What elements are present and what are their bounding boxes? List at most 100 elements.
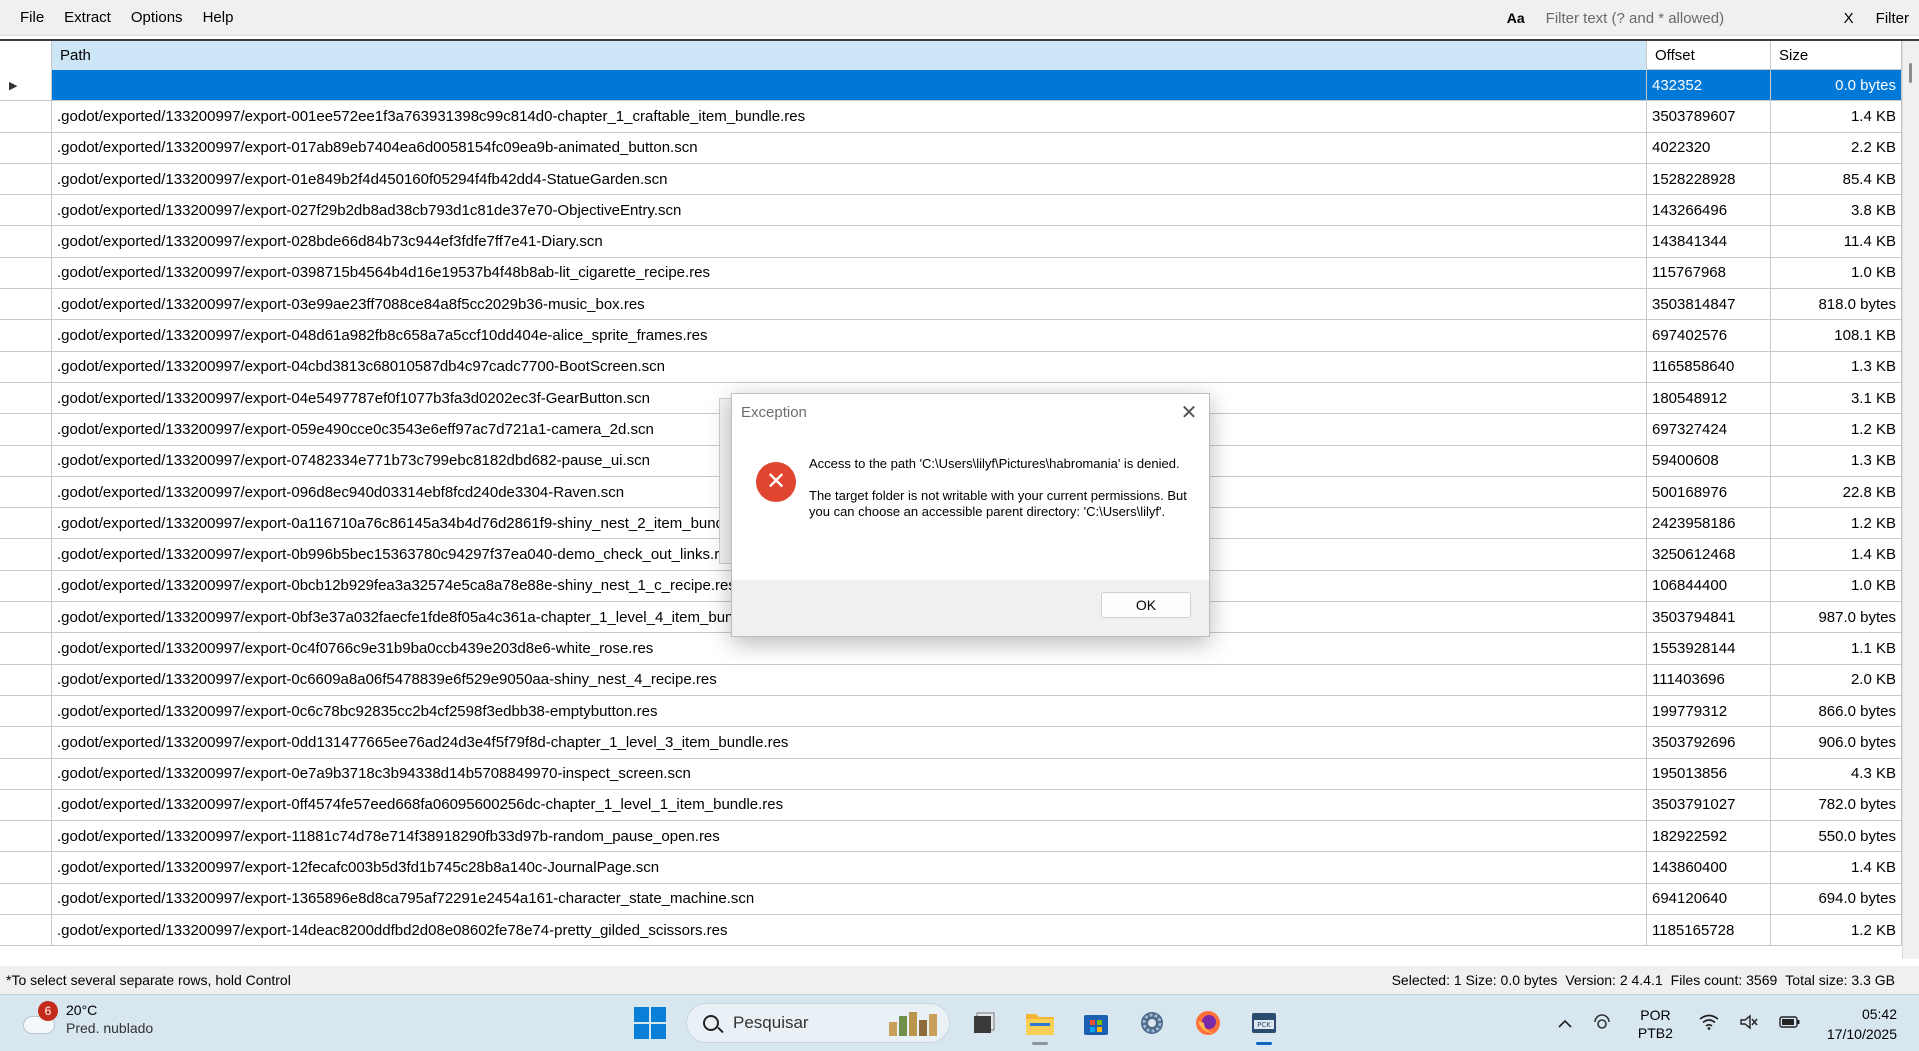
offset-cell[interactable]: 195013856: [1647, 758, 1771, 789]
size-cell[interactable]: 1.1 KB: [1771, 633, 1902, 664]
offset-cell[interactable]: 111403696: [1647, 664, 1771, 695]
path-cell[interactable]: .godot/exported/133200997/export-017ab89…: [52, 132, 1647, 163]
row-header[interactable]: ▶: [0, 70, 52, 101]
offset-cell[interactable]: 182922592: [1647, 821, 1771, 852]
size-cell[interactable]: 987.0 bytes: [1771, 602, 1902, 633]
taskbar-search[interactable]: Pesquisar: [686, 1003, 950, 1043]
table-row[interactable]: .godot/exported/133200997/export-017ab89…: [0, 132, 1902, 164]
table-row[interactable]: ▶ 432352 0.0 bytes: [0, 70, 1902, 102]
row-header[interactable]: [0, 852, 52, 883]
match-case-icon[interactable]: Aa: [1502, 10, 1530, 26]
offset-cell[interactable]: 199779312: [1647, 695, 1771, 727]
column-header-size[interactable]: Size: [1771, 41, 1902, 70]
row-header[interactable]: [0, 664, 52, 695]
size-cell[interactable]: 0.0 bytes: [1771, 70, 1902, 101]
row-header[interactable]: [0, 351, 52, 382]
security-icon[interactable]: [1592, 1013, 1612, 1034]
row-header[interactable]: [0, 132, 52, 163]
firefox-icon[interactable]: [1186, 1001, 1230, 1045]
offset-cell[interactable]: 3503794841: [1647, 602, 1771, 633]
scrollbar-thumb[interactable]: [1909, 63, 1912, 83]
offset-cell[interactable]: 1185165728: [1647, 915, 1771, 946]
offset-cell[interactable]: 3503789607: [1647, 101, 1771, 132]
menu-extract[interactable]: Extract: [54, 0, 121, 36]
table-row[interactable]: .godot/exported/133200997/export-0ff4574…: [0, 789, 1902, 822]
chevron-up-icon[interactable]: [1558, 1016, 1572, 1032]
size-cell[interactable]: 818.0 bytes: [1771, 289, 1902, 320]
row-header[interactable]: [0, 821, 52, 852]
offset-cell[interactable]: 143266496: [1647, 195, 1771, 226]
size-cell[interactable]: 2.2 KB: [1771, 132, 1902, 163]
row-header[interactable]: [0, 695, 52, 727]
offset-cell[interactable]: 694120640: [1647, 883, 1771, 915]
row-header[interactable]: [0, 570, 52, 602]
offset-cell[interactable]: 106844400: [1647, 570, 1771, 602]
path-cell[interactable]: .godot/exported/133200997/export-048d61a…: [52, 320, 1647, 351]
size-cell[interactable]: 1.2 KB: [1771, 508, 1902, 539]
path-cell[interactable]: .godot/exported/133200997/export-0c4f076…: [52, 633, 1647, 664]
row-header[interactable]: [0, 101, 52, 132]
wifi-icon[interactable]: [1699, 1014, 1719, 1033]
offset-cell[interactable]: 500168976: [1647, 476, 1771, 508]
size-cell[interactable]: 1.0 KB: [1771, 257, 1902, 289]
size-cell[interactable]: 1.4 KB: [1771, 101, 1902, 132]
row-header[interactable]: [0, 602, 52, 633]
path-cell[interactable]: [52, 70, 1647, 101]
column-header-offset[interactable]: Offset: [1647, 41, 1771, 70]
size-cell[interactable]: 694.0 bytes: [1771, 883, 1902, 915]
table-row[interactable]: .godot/exported/133200997/export-12fecaf…: [0, 852, 1902, 884]
windows-start-icon[interactable]: [634, 1007, 666, 1039]
offset-cell[interactable]: 2423958186: [1647, 508, 1771, 539]
row-header[interactable]: [0, 163, 52, 195]
table-row[interactable]: .godot/exported/133200997/export-0c6c78b…: [0, 695, 1902, 728]
offset-cell[interactable]: 1165858640: [1647, 351, 1771, 382]
path-cell[interactable]: .godot/exported/133200997/export-04cbd38…: [52, 351, 1647, 382]
row-header-corner[interactable]: [0, 41, 52, 70]
offset-cell[interactable]: 115767968: [1647, 257, 1771, 289]
speaker-muted-icon[interactable]: [1739, 1014, 1759, 1033]
path-cell[interactable]: .godot/exported/133200997/export-0e7a9b3…: [52, 758, 1647, 789]
table-row[interactable]: .godot/exported/133200997/export-048d61a…: [0, 320, 1902, 352]
path-cell[interactable]: .godot/exported/133200997/export-14deac8…: [52, 915, 1647, 946]
size-cell[interactable]: 782.0 bytes: [1771, 789, 1902, 821]
size-cell[interactable]: 1.2 KB: [1771, 414, 1902, 445]
row-header[interactable]: [0, 445, 52, 476]
offset-cell[interactable]: 1528228928: [1647, 163, 1771, 195]
table-row[interactable]: .godot/exported/133200997/export-0c6609a…: [0, 664, 1902, 696]
path-cell[interactable]: .godot/exported/133200997/export-0c6c78b…: [52, 695, 1647, 727]
table-row[interactable]: .godot/exported/133200997/export-0e7a9b3…: [0, 758, 1902, 790]
size-cell[interactable]: 2.0 KB: [1771, 664, 1902, 695]
table-row[interactable]: .godot/exported/133200997/export-11881c7…: [0, 821, 1902, 853]
table-row[interactable]: .godot/exported/133200997/export-0c4f076…: [0, 633, 1902, 665]
table-row[interactable]: .godot/exported/133200997/export-027f29b…: [0, 195, 1902, 227]
offset-cell[interactable]: 143860400: [1647, 852, 1771, 883]
clock[interactable]: 05:42 17/10/2025: [1827, 1004, 1897, 1044]
offset-cell[interactable]: 1553928144: [1647, 633, 1771, 664]
size-cell[interactable]: 1.0 KB: [1771, 570, 1902, 602]
table-row[interactable]: .godot/exported/133200997/export-0398715…: [0, 257, 1902, 290]
size-cell[interactable]: 1.3 KB: [1771, 445, 1902, 476]
table-row[interactable]: .godot/exported/133200997/export-14deac8…: [0, 915, 1902, 947]
path-cell[interactable]: .godot/exported/133200997/export-01e849b…: [52, 163, 1647, 195]
language-indicator[interactable]: POR PTB2: [1638, 1006, 1673, 1042]
size-cell[interactable]: 866.0 bytes: [1771, 695, 1902, 727]
vertical-scrollbar[interactable]: [1902, 41, 1919, 959]
menu-file[interactable]: File: [10, 0, 54, 36]
path-cell[interactable]: .godot/exported/133200997/export-0c6609a…: [52, 664, 1647, 695]
size-cell[interactable]: 1.2 KB: [1771, 915, 1902, 946]
size-cell[interactable]: 85.4 KB: [1771, 163, 1902, 195]
table-row[interactable]: .godot/exported/133200997/export-0dd1314…: [0, 727, 1902, 759]
row-header[interactable]: [0, 476, 52, 508]
offset-cell[interactable]: 180548912: [1647, 382, 1771, 414]
size-cell[interactable]: 108.1 KB: [1771, 320, 1902, 351]
filter-button[interactable]: Filter: [1872, 10, 1919, 27]
row-header[interactable]: [0, 633, 52, 664]
offset-cell[interactable]: 697402576: [1647, 320, 1771, 351]
offset-cell[interactable]: 143841344: [1647, 226, 1771, 257]
path-cell[interactable]: .godot/exported/133200997/export-03e99ae…: [52, 289, 1647, 320]
size-cell[interactable]: 4.3 KB: [1771, 758, 1902, 789]
row-header[interactable]: [0, 289, 52, 320]
battery-icon[interactable]: [1779, 1015, 1801, 1032]
table-row[interactable]: .godot/exported/133200997/export-03e99ae…: [0, 289, 1902, 321]
path-cell[interactable]: .godot/exported/133200997/export-001ee57…: [52, 101, 1647, 132]
